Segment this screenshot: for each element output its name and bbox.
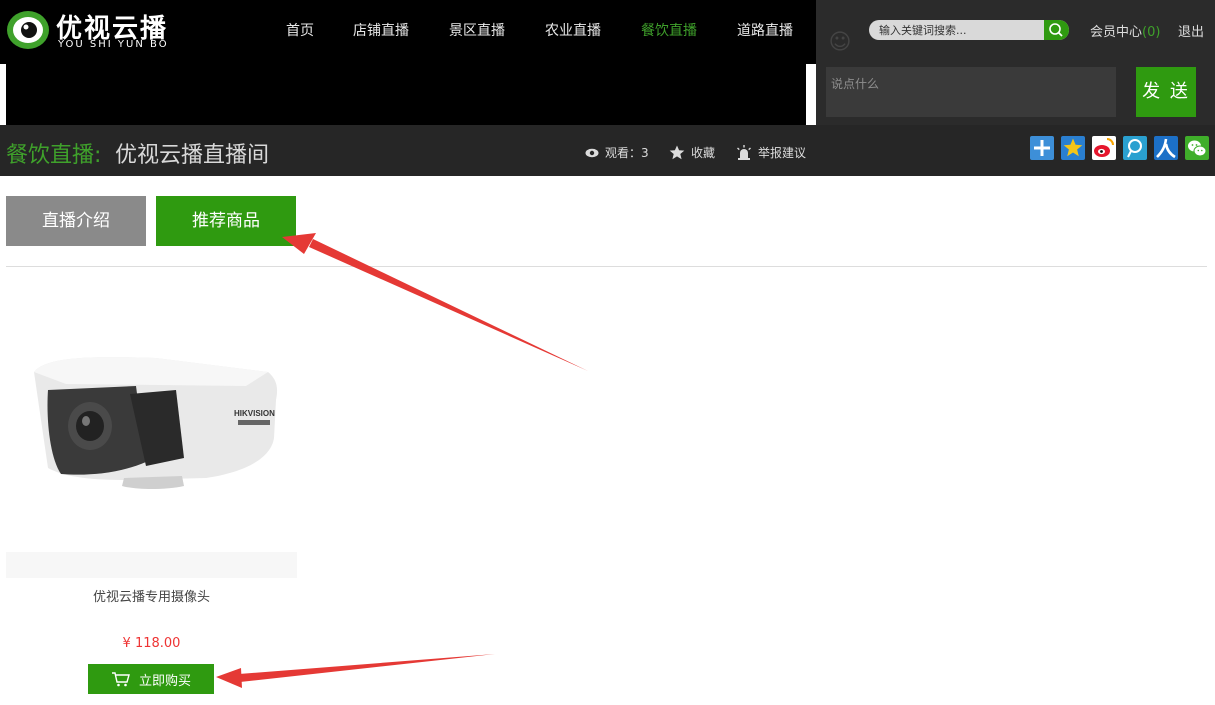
weibo-icon[interactable] [1092,136,1116,160]
product-brand-mark: HIKVISION [234,409,275,418]
tab-live-intro[interactable]: 直播介绍 [6,196,146,246]
room-name: 优视云播直播间 [115,143,270,168]
nav-dining-live[interactable]: 餐饮直播 [641,20,697,40]
annotation-arrow-buy-button [239,654,495,682]
emoji-icon[interactable]: ☺ [828,31,852,55]
wechat-icon[interactable] [1185,136,1209,160]
nav-road-live[interactable]: 道路直播 [737,20,793,40]
nav-agri-live[interactable]: 农业直播 [545,20,601,40]
live-video-area[interactable] [6,64,806,125]
member-count: (0) [1142,25,1161,40]
product-price: ¥ 118.00 [122,636,181,651]
favorite-label: 收藏 [691,146,716,160]
tab-recommended-goods[interactable]: 推荐商品 [156,196,296,246]
plus-share-icon[interactable] [1030,136,1054,160]
renren-icon[interactable] [1154,136,1178,160]
star-icon [669,145,685,160]
nav-shop-live[interactable]: 店铺直播 [353,20,409,40]
nav-scenic-live[interactable]: 景区直播 [449,20,505,40]
cart-icon [111,672,130,687]
view-count: 观看：3 [585,144,649,161]
logo[interactable]: 优视云播 YOU SHI YUN BO [6,8,186,54]
buy-now-label: 立即购买 [138,673,191,689]
qzone-star-icon[interactable] [1061,136,1085,160]
member-center-link[interactable]: 会员中心(0) [1090,21,1160,40]
alarm-icon [737,144,751,160]
search-input[interactable]: 输入关键词搜索... [869,20,1069,40]
nav-home[interactable]: 首页 [286,20,314,40]
logout-link[interactable]: 退出 [1178,21,1204,40]
divider [6,266,1207,267]
member-center-label: 会员中心 [1090,25,1143,40]
eye-icon [585,148,599,157]
report-button[interactable]: 举报建议 [736,144,806,161]
search-icon [1049,23,1063,37]
product-image-band [6,552,297,578]
room-category[interactable]: 餐饮直播: [6,137,101,169]
buy-now-button[interactable]: 立即购买 [88,664,214,694]
report-label: 举报建议 [758,146,807,160]
send-button[interactable]: 发 送 [1136,67,1196,117]
chat-input[interactable]: 说点什么 [826,67,1116,117]
product-name[interactable]: 优视云播专用摄像头 [6,586,297,605]
eye-logo-icon [7,11,49,49]
product-image[interactable]: HIKVISION [6,290,297,550]
annotation-arrow-goods-tab [309,239,588,371]
search-button[interactable] [1044,20,1069,40]
view-count-text: 观看：3 [605,146,649,160]
search-placeholder: 输入关键词搜索... [879,24,967,37]
chat-placeholder: 说点什么 [831,77,880,91]
logo-subtitle: YOU SHI YUN BO [58,39,169,50]
tencent-weibo-icon[interactable] [1123,136,1147,160]
annotation-arrow-buy-button-head [216,668,242,688]
favorite-button[interactable]: 收藏 [669,144,715,161]
